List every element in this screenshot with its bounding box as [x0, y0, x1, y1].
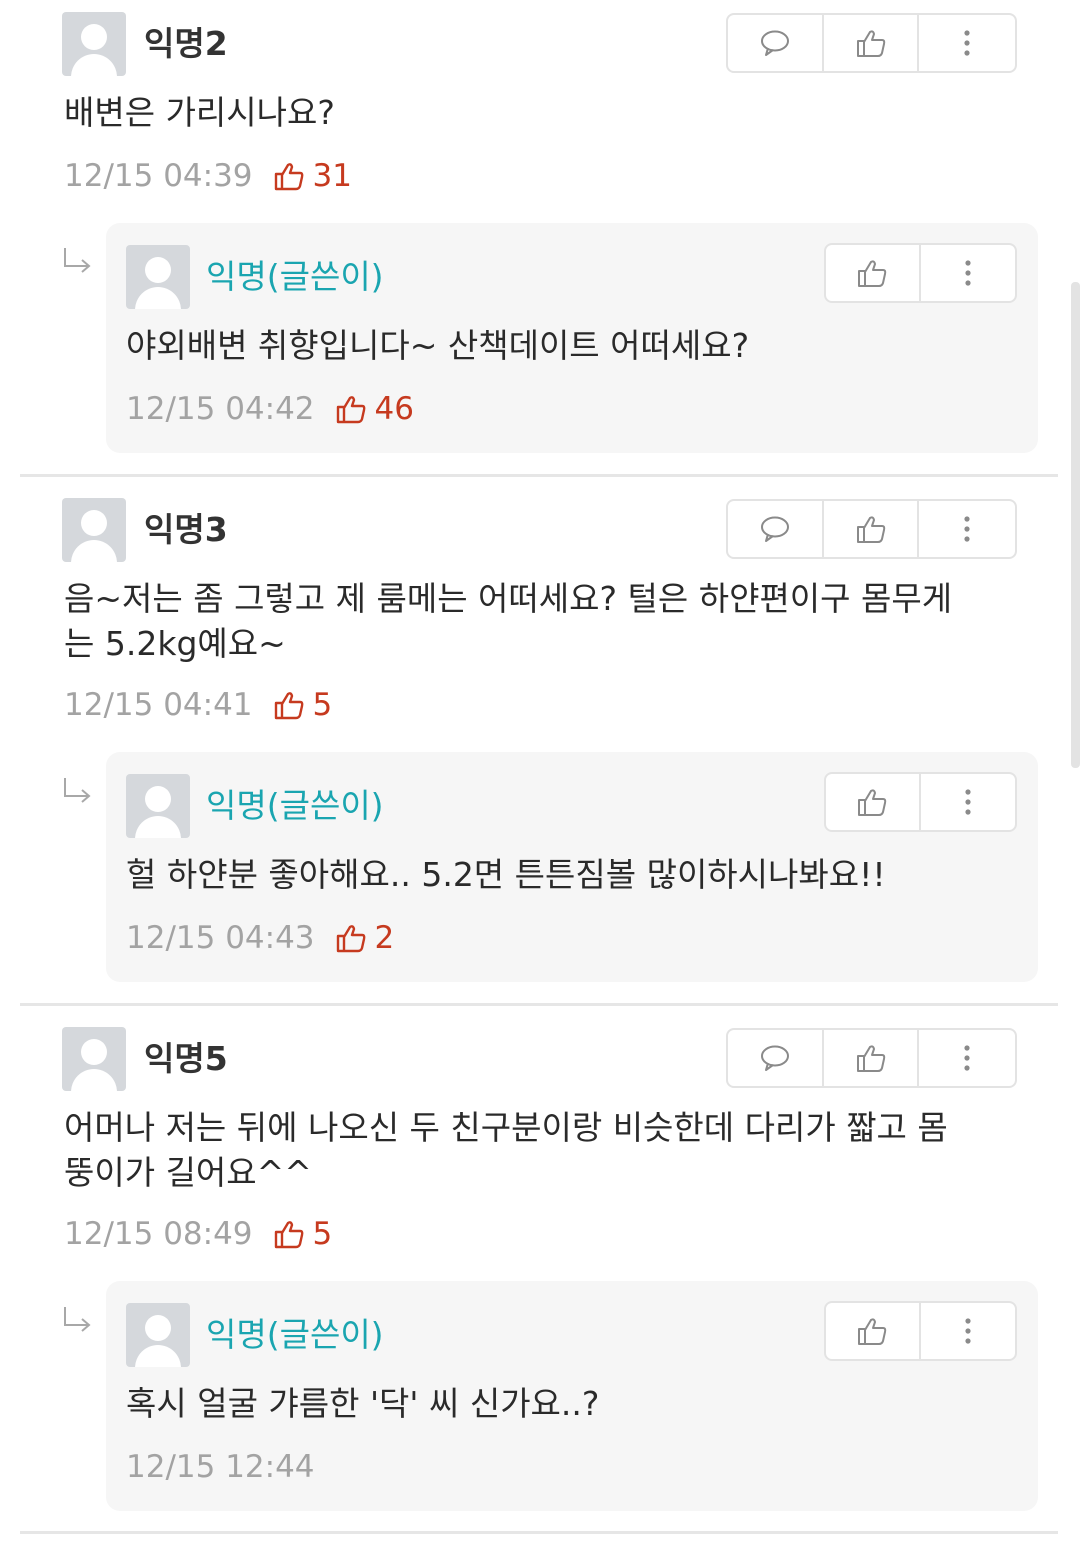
vertical-ellipsis-icon [964, 516, 970, 542]
like-count-value: 2 [374, 920, 395, 956]
avatar [126, 774, 190, 838]
reply-text: 헐 하얀분 좋아해요.. 5.2면 튼튼짐볼 많이하시나봐요!! [126, 855, 886, 894]
timestamp: 12/15 04:42 [126, 391, 315, 427]
reply-author: 익명(글쓴이) [206, 786, 384, 825]
thumbs-up-icon [856, 30, 885, 57]
like-count: 2 [335, 918, 395, 958]
comment-author: 익명3 [144, 510, 228, 549]
like-count: 46 [335, 389, 414, 429]
reply-arrow-icon [64, 1307, 91, 1332]
vertical-ellipsis-icon [965, 260, 971, 286]
speech-bubble-icon [760, 516, 789, 542]
thumbs-up-icon [274, 692, 303, 720]
speech-bubble-icon [760, 1045, 789, 1071]
reply-comment: 익명(글쓴이) 혹시 얼굴 갸름한 '닥' 씨 신가요..? 12/15 12:… [106, 1281, 1038, 1511]
like-button[interactable] [826, 245, 921, 301]
timestamp: 12/15 04:39 [64, 158, 253, 194]
vertical-ellipsis-icon [965, 1318, 971, 1344]
like-count-value: 31 [312, 158, 352, 194]
comment-action-bar [726, 13, 1017, 73]
reply-author: 익명(글쓴이) [206, 1315, 384, 1354]
timestamp: 12/15 04:43 [126, 920, 315, 956]
reply-comment: 익명(글쓴이) 야외배변 취향입니다~ 산책데이트 어떠세요? 12/15 04… [106, 223, 1038, 453]
reply-button[interactable] [728, 15, 824, 71]
vertical-ellipsis-icon [964, 1045, 970, 1071]
reply-comment: 익명(글쓴이) 헐 하얀분 좋아해요.. 5.2면 튼튼짐볼 많이하시나봐요!!… [106, 752, 1038, 982]
divider [20, 1003, 1058, 1006]
vertical-ellipsis-icon [964, 30, 970, 56]
reply-action-bar [824, 1301, 1017, 1361]
more-button[interactable] [919, 15, 1015, 71]
reply-arrow-icon [64, 248, 91, 273]
like-count-value: 46 [374, 391, 414, 427]
reply-action-bar [824, 243, 1017, 303]
thumbs-up-icon [274, 1221, 303, 1249]
comment-text: 배변은 가리시나요? [64, 93, 335, 132]
avatar [62, 498, 126, 562]
avatar [126, 1303, 190, 1367]
more-button[interactable] [919, 501, 1015, 557]
like-button[interactable] [826, 774, 921, 830]
thumbs-up-icon [274, 163, 303, 191]
comment-thread: 익명2 배변은 가리시나요? 12/15 04:39 31 익명(글쓴이) 야외… [0, 0, 1080, 530]
like-button[interactable] [824, 501, 920, 557]
timestamp: 12/15 08:49 [64, 1216, 253, 1252]
like-button[interactable] [824, 1030, 920, 1086]
thumbs-up-icon [856, 1045, 885, 1072]
reply-meta: 12/15 04:42 46 [126, 389, 414, 429]
comment-thread: 익명3 음~저는 좀 그렇고 제 룸메는 어떠세요? 털은 하얀편이구 몸무게는… [0, 486, 1080, 1016]
comment-action-bar [726, 1028, 1017, 1088]
timestamp: 12/15 04:41 [64, 687, 253, 723]
like-count: 5 [273, 1214, 333, 1254]
avatar [62, 1027, 126, 1091]
like-button[interactable] [826, 1303, 921, 1359]
reply-text: 야외배변 취향입니다~ 산책데이트 어떠세요? [126, 326, 750, 365]
comment-meta: 12/15 04:39 31 [64, 156, 352, 196]
thumbs-up-icon [336, 925, 365, 953]
reply-button[interactable] [728, 1030, 824, 1086]
reply-button[interactable] [728, 501, 824, 557]
comment-meta: 12/15 08:49 5 [64, 1214, 332, 1254]
like-count-value: 5 [312, 687, 333, 723]
more-button[interactable] [921, 1303, 1015, 1359]
thumbs-up-icon [858, 1318, 887, 1345]
speech-bubble-icon [760, 30, 789, 56]
reply-author: 익명(글쓴이) [206, 257, 384, 296]
vertical-ellipsis-icon [965, 789, 971, 815]
avatar [62, 12, 126, 76]
like-count: 31 [273, 156, 352, 196]
thumbs-up-icon [856, 516, 885, 543]
more-button[interactable] [921, 774, 1015, 830]
comment-action-bar [726, 499, 1017, 559]
like-count-value: 5 [312, 1216, 333, 1252]
timestamp: 12/15 12:44 [126, 1449, 315, 1485]
avatar [126, 245, 190, 309]
reply-arrow-icon [64, 778, 91, 803]
comment-author: 익명2 [144, 24, 228, 63]
like-count: 5 [273, 685, 333, 725]
reply-action-bar [824, 772, 1017, 832]
thumbs-up-icon [858, 789, 887, 816]
comment-meta: 12/15 04:41 5 [64, 685, 332, 725]
comment-thread: 익명5 어머나 저는 뒤에 나오신 두 친구분이랑 비슷한데 다리가 짧고 몸뚱… [0, 1015, 1080, 1545]
more-button[interactable] [921, 245, 1015, 301]
divider [20, 474, 1058, 477]
thumbs-up-icon [858, 260, 887, 287]
comment-text: 음~저는 좀 그렇고 제 룸메는 어떠세요? 털은 하얀편이구 몸무게는 5.2… [64, 579, 953, 663]
reply-meta: 12/15 12:44 [126, 1447, 315, 1487]
like-button[interactable] [824, 15, 920, 71]
comment-author: 익명5 [144, 1039, 228, 1078]
comment-text: 어머나 저는 뒤에 나오신 두 친구분이랑 비슷한데 다리가 짧고 몸뚱이가 길… [64, 1108, 948, 1192]
more-button[interactable] [919, 1030, 1015, 1086]
reply-meta: 12/15 04:43 2 [126, 918, 394, 958]
reply-text: 혹시 얼굴 갸름한 '닥' 씨 신가요..? [126, 1384, 600, 1423]
thumbs-up-icon [336, 396, 365, 424]
